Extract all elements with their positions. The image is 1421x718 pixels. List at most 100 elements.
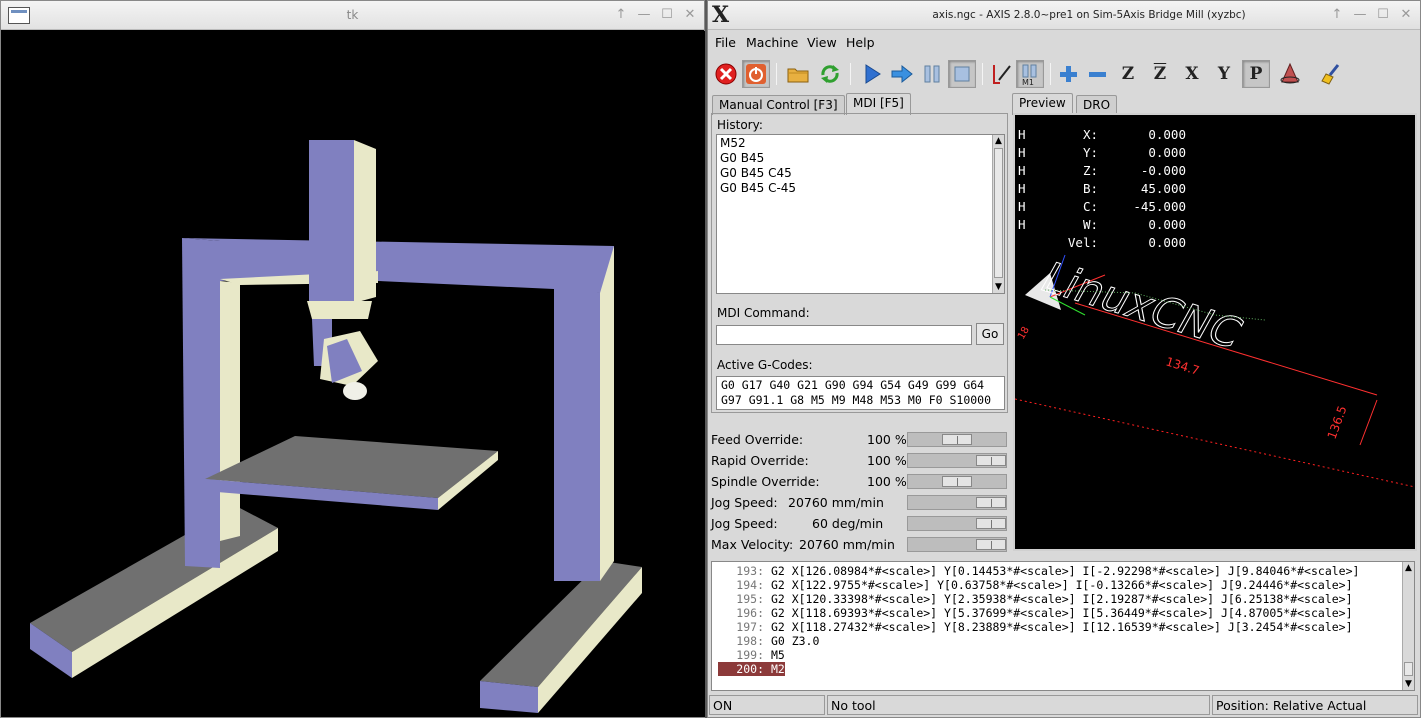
minimize-icon[interactable]: —	[1352, 6, 1368, 24]
program-line[interactable]: 198: G0 Z3.0	[718, 634, 819, 648]
rapid-override-label: Rapid Override:	[711, 453, 809, 468]
slider-thumb[interactable]	[976, 455, 1006, 466]
zoom-in-icon	[1060, 66, 1077, 82]
max-velocity-slider[interactable]	[907, 537, 1007, 552]
tool-status: No tool	[827, 695, 1210, 715]
history-label: History:	[717, 118, 763, 132]
tab-preview[interactable]: Preview	[1012, 93, 1073, 115]
max-velocity-row: Max Velocity: 20760 mm/min	[711, 535, 1008, 554]
zoom-out-button[interactable]	[1083, 60, 1111, 88]
program-line[interactable]: 193: G2 X[126.08984*#<scale>] Y[0.14453*…	[718, 564, 1359, 578]
program-line[interactable]: 199: M5	[718, 648, 785, 662]
maximize-icon[interactable]: ☐	[659, 6, 675, 24]
view-x-button[interactable]: X	[1178, 60, 1206, 88]
machine-power-button[interactable]	[742, 60, 770, 88]
close-icon[interactable]: ✕	[1398, 6, 1414, 24]
history-item[interactable]: G0 B45 C45	[720, 166, 792, 180]
program-scrollbar[interactable]: ▲ ▼	[1402, 562, 1414, 690]
rapid-override-row: Rapid Override: 100 %	[711, 451, 1008, 470]
jog-speed-linear-value: 20760 mm/min	[788, 495, 884, 510]
minimize-icon[interactable]: —	[636, 6, 652, 24]
machine-state-status: ON	[709, 695, 825, 715]
scroll-up-icon[interactable]: ▲	[1404, 563, 1413, 573]
mdi-command-input[interactable]	[716, 325, 972, 345]
rapid-override-value: 100 %	[867, 453, 907, 468]
program-line[interactable]: 195: G2 X[120.33398*#<scale>] Y[2.35938*…	[718, 592, 1352, 606]
block-delete-button[interactable]	[988, 60, 1016, 88]
slider-thumb[interactable]	[976, 497, 1006, 508]
pause-icon	[924, 65, 940, 83]
jog-speed-linear-slider[interactable]	[907, 495, 1007, 510]
history-item[interactable]: G0 B45	[720, 151, 764, 165]
mdi-history-list[interactable]: M52 G0 B45 G0 B45 C45 G0 B45 C-45 ▲ ▼	[716, 134, 1005, 294]
scroll-up-icon[interactable]: ▲	[994, 136, 1003, 146]
jog-speed-angular-slider[interactable]	[907, 516, 1007, 531]
view-z-button[interactable]: Z	[1114, 60, 1142, 88]
spindle-override-slider[interactable]	[907, 474, 1007, 489]
scroll-thumb[interactable]	[1404, 662, 1413, 676]
close-icon[interactable]: ✕	[682, 6, 698, 24]
optional-stop-icon: M1	[1022, 64, 1037, 86]
go-button[interactable]: Go	[976, 323, 1004, 345]
axis-window: X axis.ngc - AXIS 2.8.0~pre1 on Sim-5Axi…	[707, 0, 1421, 718]
optional-stop-button[interactable]: M1	[1016, 60, 1044, 88]
menu-view[interactable]: View	[807, 35, 837, 50]
menu-file[interactable]: File	[715, 35, 736, 50]
mdi-command-label: MDI Command:	[717, 306, 810, 320]
spindle-nose	[343, 382, 367, 400]
zoom-in-button[interactable]	[1054, 60, 1082, 88]
tab-mdi[interactable]: MDI [F5]	[846, 93, 911, 115]
maximize-icon[interactable]: ☐	[1375, 6, 1391, 24]
menu-help[interactable]: Help	[846, 35, 875, 50]
scroll-down-icon[interactable]: ▼	[1404, 679, 1413, 689]
slider-thumb[interactable]	[942, 476, 972, 487]
rotate-view-button[interactable]	[1276, 60, 1304, 88]
program-line[interactable]: 197: G2 X[118.27432*#<scale>] Y[8.23889*…	[718, 620, 1352, 634]
clear-plot-button[interactable]	[1318, 60, 1346, 88]
open-file-button[interactable]	[784, 60, 812, 88]
menu-machine[interactable]: Machine	[746, 35, 798, 50]
program-line[interactable]: 194: G2 X[122.9755*#<scale>] Y[0.63758*#…	[718, 578, 1352, 592]
scroll-down-icon[interactable]: ▼	[994, 282, 1003, 292]
tab-dro[interactable]: DRO	[1076, 95, 1118, 115]
spindle-head	[307, 301, 372, 319]
view-z2-button[interactable]: Z	[1146, 60, 1174, 88]
right-column-side	[600, 246, 614, 581]
machine-3d-view[interactable]	[2, 31, 705, 717]
rapid-override-slider[interactable]	[907, 453, 1007, 468]
dimension-z-label: 18	[1016, 325, 1032, 342]
slider-thumb[interactable]	[976, 518, 1006, 529]
program-line[interactable]: 196: G2 X[118.69393*#<scale>] Y[5.37699*…	[718, 606, 1352, 620]
history-scrollbar[interactable]: ▲ ▼	[992, 135, 1004, 293]
max-velocity-value: 20760 mm/min	[799, 537, 895, 552]
program-text[interactable]: 193: G2 X[126.08984*#<scale>] Y[0.14453*…	[711, 561, 1415, 691]
active-gcodes-line: G0 G17 G40 G21 G90 G94 G54 G49 G99 G64	[721, 378, 985, 392]
estop-button[interactable]	[712, 60, 740, 88]
scroll-thumb[interactable]	[994, 148, 1003, 278]
statusbar: ON No tool Position: Relative Actual	[708, 694, 1420, 717]
tab-manual-control[interactable]: Manual Control [F3]	[712, 95, 845, 115]
stop-button[interactable]	[948, 60, 976, 88]
view-y-icon: Y	[1217, 64, 1231, 84]
reload-button[interactable]	[816, 60, 844, 88]
up-icon[interactable]: ↑	[613, 6, 629, 24]
slider-thumb[interactable]	[976, 539, 1006, 550]
tk-titlebar[interactable]: tk ↑ — ☐ ✕	[1, 1, 704, 30]
program-line-current[interactable]: 200: M2	[718, 662, 785, 676]
jog-speed-angular-value: 60 deg/min	[812, 516, 884, 531]
feed-override-slider[interactable]	[907, 432, 1007, 447]
active-gcodes-label: Active G-Codes:	[717, 358, 813, 372]
slider-thumb[interactable]	[942, 434, 972, 445]
view-p-button[interactable]: P	[1242, 60, 1270, 88]
preview-canvas[interactable]: 134.7 136.5 18 LinuxCNC H X: 0.000 H Y: 0.00…	[1013, 113, 1417, 551]
dimension-x-label: 134.7	[1164, 354, 1201, 377]
history-item[interactable]: M52	[720, 136, 746, 150]
up-icon[interactable]: ↑	[1329, 6, 1345, 24]
history-item[interactable]: G0 B45 C-45	[720, 181, 796, 195]
view-y-button[interactable]: Y	[1210, 60, 1238, 88]
step-button[interactable]	[888, 60, 916, 88]
feed-override-label: Feed Override:	[711, 432, 804, 447]
axis-titlebar[interactable]: X axis.ngc - AXIS 2.8.0~pre1 on Sim-5Axi…	[708, 1, 1420, 30]
run-button[interactable]	[858, 60, 886, 88]
pause-button[interactable]	[918, 60, 946, 88]
